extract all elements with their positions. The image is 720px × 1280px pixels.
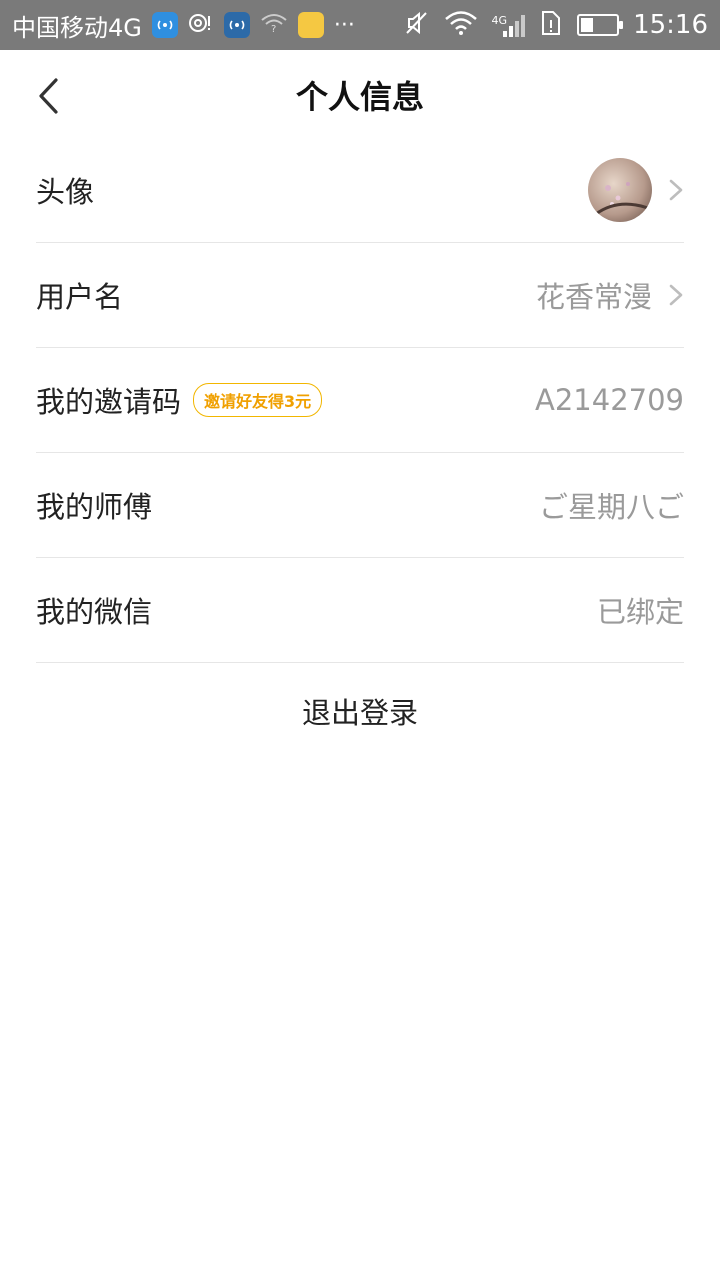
- sim-alert-icon: [539, 10, 563, 40]
- more-dots-icon: ···: [333, 12, 355, 38]
- app-yellow-icon: [297, 12, 324, 38]
- row-label-username: 用户名: [36, 280, 124, 314]
- row-master: 我的师傅 ご星期八ご: [36, 453, 684, 558]
- invite-reward-badge[interactable]: 邀请好友得3元: [193, 383, 323, 417]
- row-invite-code: 我的邀请码 邀请好友得3元 A2142709: [36, 348, 684, 453]
- wifi-question-icon: ?: [260, 12, 288, 38]
- back-button[interactable]: [36, 74, 76, 118]
- hotspot-icon: [188, 12, 214, 38]
- row-wechat: 我的微信 已绑定: [36, 558, 684, 663]
- row-username[interactable]: 用户名 花香常漫: [36, 243, 684, 348]
- svg-text:?: ?: [271, 24, 276, 34]
- master-value: ご星期八ご: [538, 490, 684, 524]
- profile-list: 头像 用户名 花香常漫 我的邀请码 邀请好友得3元 A2142709 我的师傅 …: [36, 138, 684, 663]
- chevron-left-icon: [39, 78, 58, 114]
- row-label-master: 我的师傅: [36, 490, 153, 524]
- clock: 15:16: [633, 10, 708, 40]
- status-bar: 中国移动4G ? ··· 4G 15:16: [0, 0, 720, 50]
- chevron-right-icon: [669, 179, 683, 201]
- battery-icon: [577, 14, 624, 36]
- wifi-share-icon: [151, 12, 178, 38]
- row-avatar[interactable]: 头像: [36, 138, 684, 243]
- row-label-invite-code: 我的邀请码: [36, 385, 182, 419]
- network-type-label: 4G: [491, 14, 508, 27]
- mute-icon: [404, 10, 430, 40]
- invite-code-value: A2142709: [535, 383, 684, 417]
- wechat-value: 已绑定: [596, 595, 684, 629]
- logout-button[interactable]: 退出登录: [0, 690, 720, 732]
- username-value: 花香常漫: [535, 280, 652, 314]
- row-label-wechat: 我的微信: [36, 595, 153, 629]
- nav-header: 个人信息: [0, 50, 720, 140]
- row-label-avatar: 头像: [36, 175, 95, 209]
- wifi-icon: [444, 10, 478, 40]
- page-title: 个人信息: [295, 78, 424, 116]
- wifi-share-icon: [223, 12, 250, 38]
- chevron-right-icon: [669, 284, 683, 306]
- carrier-label: 中国移动4G: [12, 13, 142, 42]
- avatar: [588, 158, 652, 222]
